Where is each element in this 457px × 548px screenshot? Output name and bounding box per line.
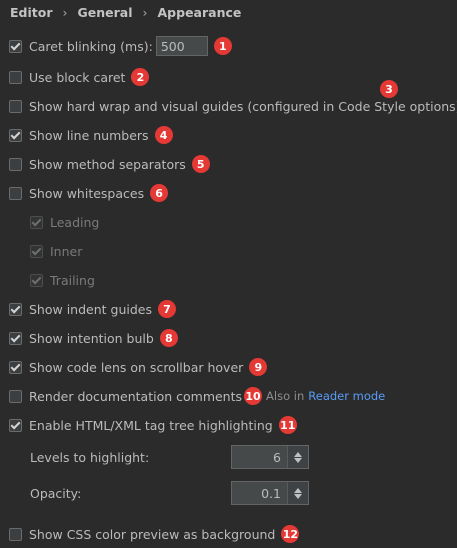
indent-guides-row: Show indent guides 7 (9, 300, 176, 318)
tag-tree-label: Enable HTML/XML tag tree highlighting (29, 417, 273, 433)
hard-wrap-checkbox[interactable] (9, 99, 22, 113)
levels-value[interactable]: 6 (232, 450, 287, 465)
inner-row: Inner (30, 242, 82, 260)
breadcrumb: Editor › General › Appearance (10, 3, 241, 21)
indent-guides-label: Show indent guides (29, 301, 152, 317)
spinner-up-icon[interactable] (294, 451, 302, 457)
spinner-down-icon[interactable] (294, 457, 302, 463)
render-docs-checkbox[interactable] (9, 389, 22, 403)
css-preview-checkbox[interactable] (9, 527, 22, 541)
block-caret-checkbox[interactable] (9, 70, 22, 84)
trailing-checkbox[interactable] (30, 273, 43, 287)
marker-badge-1: 1 (213, 37, 232, 55)
line-numbers-label: Show line numbers (29, 127, 149, 143)
leading-label: Leading (50, 214, 100, 230)
inner-label: Inner (50, 243, 83, 259)
hard-wrap-row: Show hard wrap and visual guides (config… (9, 97, 457, 115)
spinner-arrows-icon[interactable] (287, 482, 308, 504)
code-lens-label: Show code lens on scrollbar hover (29, 359, 244, 375)
marker-badge-5: 5 (191, 155, 210, 173)
breadcrumb-general[interactable]: General (78, 5, 133, 20)
block-caret-row: Use block caret 2 (9, 68, 150, 86)
intention-bulb-checkbox[interactable] (9, 331, 22, 345)
trailing-label: Trailing (50, 272, 95, 288)
levels-label: Levels to highlight: (30, 449, 150, 465)
method-separators-checkbox[interactable] (9, 157, 22, 171)
whitespaces-label: Show whitespaces (29, 185, 145, 201)
marker-badge-7: 7 (158, 300, 176, 318)
intention-bulb-row: Show intention bulb 8 (9, 329, 178, 347)
tag-tree-row: Enable HTML/XML tag tree highlighting 11 (9, 416, 297, 434)
line-numbers-row: Show line numbers 4 (9, 126, 173, 144)
caret-blinking-checkbox[interactable] (9, 39, 22, 53)
code-lens-row: Show code lens on scrollbar hover 9 (9, 358, 268, 376)
caret-blinking-label: Caret blinking (ms): (29, 38, 153, 54)
tag-tree-checkbox[interactable] (9, 418, 22, 432)
code-lens-checkbox[interactable] (9, 360, 22, 374)
trailing-row: Trailing (30, 271, 95, 289)
chevron-right-icon: › (62, 4, 68, 20)
leading-checkbox[interactable] (30, 215, 43, 229)
method-separators-label: Show method separators (29, 156, 186, 172)
css-preview-row: Show CSS color preview as background 12 (9, 525, 300, 543)
reader-mode-link[interactable]: Reader mode (308, 389, 385, 403)
marker-badge-3: 3 (380, 80, 398, 98)
line-numbers-checkbox[interactable] (9, 128, 22, 142)
spinner-down-icon[interactable] (294, 493, 302, 499)
hard-wrap-label: Show hard wrap and visual guides (config… (29, 98, 457, 114)
leading-row: Leading (30, 213, 99, 231)
inner-checkbox[interactable] (30, 244, 43, 258)
marker-badge-9: 9 (249, 358, 268, 376)
levels-spinner[interactable]: 6 (231, 445, 309, 469)
also-in-text: Also in (266, 389, 305, 403)
caret-blinking-input[interactable]: 500 (155, 36, 208, 56)
marker-badge-4: 4 (154, 126, 173, 144)
intention-bulb-label: Show intention bulb (29, 330, 154, 346)
render-docs-label: Render documentation comments (29, 388, 243, 404)
block-caret-label: Use block caret (29, 69, 126, 85)
marker-badge-6: 6 (150, 184, 169, 202)
method-separators-row: Show method separators 5 (9, 155, 210, 173)
marker-badge-2: 2 (131, 68, 150, 86)
whitespaces-row: Show whitespaces 6 (9, 184, 169, 202)
whitespaces-checkbox[interactable] (9, 186, 22, 200)
marker-badge-10: 10 (244, 387, 263, 405)
breadcrumb-editor[interactable]: Editor (10, 5, 53, 20)
marker-badge-12: 12 (281, 525, 300, 543)
render-docs-row: Render documentation comments 10 Also in… (9, 387, 385, 405)
marker-badge-8: 8 (159, 329, 178, 347)
opacity-spinner[interactable]: 0.1 (231, 481, 309, 505)
marker-badge-11: 11 (278, 416, 297, 434)
css-preview-label: Show CSS color preview as background (29, 526, 276, 542)
opacity-label: Opacity: (30, 485, 82, 501)
spinner-arrows-icon[interactable] (287, 446, 308, 468)
caret-blinking-row: Caret blinking (ms): 500 1 (9, 36, 232, 56)
breadcrumb-appearance: Appearance (157, 4, 242, 20)
chevron-right-icon: › (142, 4, 148, 20)
indent-guides-checkbox[interactable] (9, 302, 22, 316)
opacity-value[interactable]: 0.1 (232, 486, 287, 501)
spinner-up-icon[interactable] (294, 487, 302, 493)
